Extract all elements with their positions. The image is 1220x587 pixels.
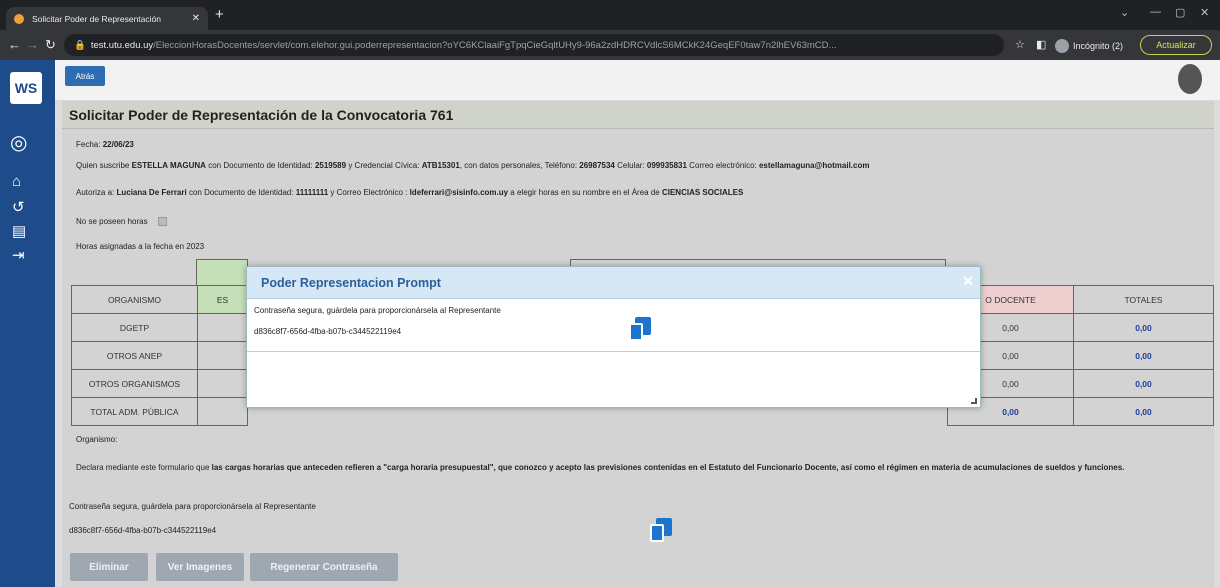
group-header-block <box>196 259 248 286</box>
logout-icon[interactable]: ⇥ <box>12 246 25 264</box>
password-value: d836c8f7-656d-4fba-b07b-c344522119e4 <box>69 526 217 535</box>
organismo-label: Organismo: <box>76 435 118 444</box>
tab-search-icon[interactable]: ⌄ <box>1120 6 1129 19</box>
update-button[interactable]: Actualizar <box>1140 35 1212 55</box>
top-toolbar: Atrás <box>55 60 1220 100</box>
url-path: /EleccionHorasDocentes/servlet/com.eleho… <box>153 39 837 51</box>
reload-icon[interactable]: ↻ <box>45 37 56 53</box>
no-horas-checkbox[interactable] <box>157 217 167 227</box>
home-icon[interactable]: ⌂ <box>12 173 21 190</box>
delete-button[interactable]: Eliminar <box>70 553 148 581</box>
browser-tab-bar: Solicitar Poder de Representación ✕ + ⌄ —… <box>0 0 1220 30</box>
copy-icon[interactable] <box>650 518 672 542</box>
lock-icon: 🔒 <box>74 39 86 51</box>
declaration-text: Declara mediante este formulario que las… <box>76 463 1125 472</box>
tab-title: Solicitar Poder de Representación <box>32 13 161 24</box>
table-header: ES <box>197 285 248 314</box>
favicon-icon <box>14 13 24 24</box>
back-button[interactable]: Atrás <box>65 66 105 86</box>
page-title: Solicitar Poder de Representación de la … <box>62 101 1214 129</box>
incognito-label: Incógnito (2) <box>1073 41 1124 51</box>
sidebar: WS ◎ ⌂ ↺ ▤ ⇥ <box>0 60 55 587</box>
dialog-close-icon[interactable]: ✕ <box>962 273 974 290</box>
url-domain: test.utu.edu.uy <box>90 39 154 51</box>
document-icon[interactable]: ▤ <box>12 222 26 240</box>
regenerate-password-button[interactable]: Regenerar Contraseña <box>250 553 398 581</box>
minimize-icon[interactable]: — <box>1150 6 1161 18</box>
new-tab-icon[interactable]: + <box>215 6 224 23</box>
autoriza-line: Autoriza a: Luciana De Ferrari con Docum… <box>76 188 744 197</box>
incognito-indicator[interactable]: Incógnito (2) <box>1055 39 1123 53</box>
horas-label: Horas asignadas a la fecha en 2023 <box>76 242 205 251</box>
table-header: ORGANISMO <box>71 285 198 314</box>
incognito-icon <box>1055 39 1069 53</box>
dialog-title: Poder Representacion Prompt <box>261 276 441 290</box>
dialog-header: Poder Representacion Prompt ✕ <box>247 267 980 299</box>
dialog-password: d836c8f7-656d-4fba-b07b-c344522119e4 <box>254 327 402 336</box>
user-icon[interactable]: ◎ <box>10 130 27 155</box>
app-logo: WS <box>10 72 42 104</box>
dialog-divider <box>247 351 980 352</box>
browser-tab[interactable]: Solicitar Poder de Representación ✕ <box>6 7 208 30</box>
close-tab-icon[interactable]: ✕ <box>192 13 200 24</box>
url-field[interactable]: 🔒 test.utu.edu.uy/EleccionHorasDocentes/s… <box>64 34 1004 56</box>
star-icon[interactable]: ☆ <box>1015 38 1025 51</box>
history-icon[interactable]: ↺ <box>12 198 25 216</box>
close-window-icon[interactable]: ✕ <box>1200 6 1209 19</box>
sharp-logo-icon <box>1178 64 1202 94</box>
dialog-copy-icon[interactable] <box>629 317 651 341</box>
address-bar: ← → ↻ 🔒 test.utu.edu.uy/EleccionHorasDoce… <box>0 30 1220 60</box>
no-horas-line: No se poseen horas <box>76 217 167 227</box>
view-images-button[interactable]: Ver Imagenes <box>156 553 244 581</box>
fecha-line: Fecha: 22/06/23 <box>76 140 134 149</box>
prompt-dialog: Poder Representacion Prompt ✕ Contraseña … <box>246 266 981 408</box>
table-header: TOTALES <box>1073 285 1214 314</box>
suscribe-line: Quien suscribe ESTELLA MAGUNA con Docume… <box>76 161 870 170</box>
resize-handle-icon[interactable] <box>971 398 977 404</box>
dialog-message: Contraseña segura, guárdela para proporc… <box>254 306 501 315</box>
password-label: Contraseña segura, guárdela para proporc… <box>69 502 316 511</box>
back-nav-icon[interactable]: ← <box>8 37 21 52</box>
maximize-icon[interactable]: ▢ <box>1175 6 1185 19</box>
sidepanel-icon[interactable]: ◧ <box>1036 38 1046 51</box>
forward-nav-icon[interactable]: → <box>26 37 39 52</box>
